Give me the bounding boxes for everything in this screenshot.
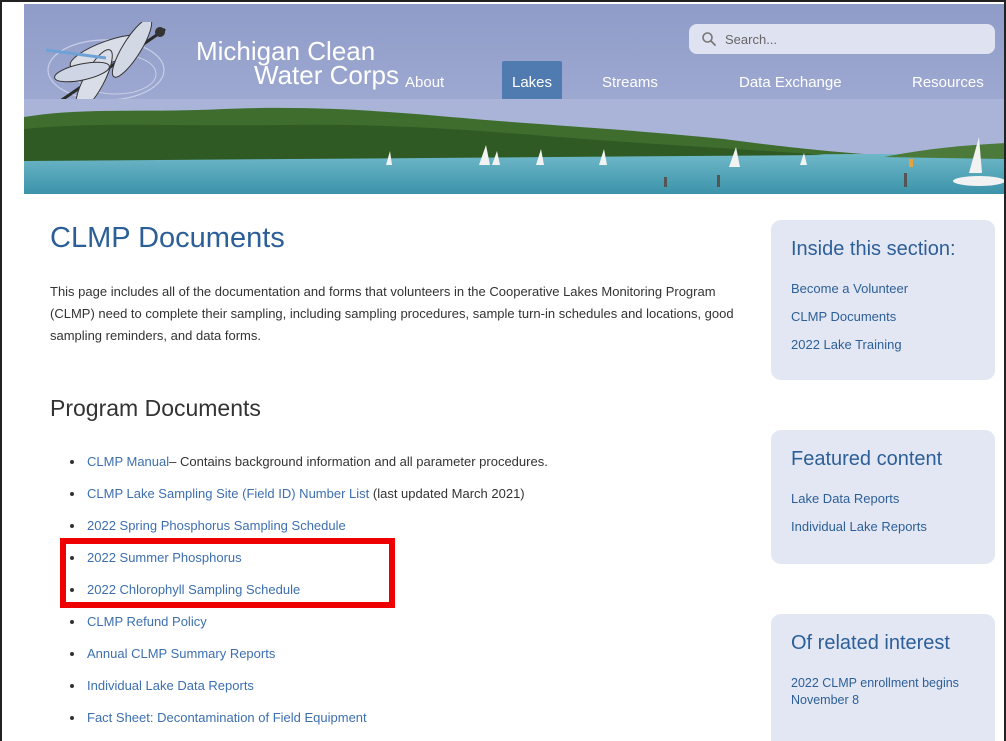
list-item: CLMP Refund Policy	[50, 612, 740, 644]
search-box[interactable]	[689, 24, 995, 54]
lake-banner-image	[24, 99, 1004, 194]
program-documents-list: CLMP Manual– Contains background informa…	[50, 452, 740, 740]
doc-note: – Contains background information and al…	[169, 454, 548, 469]
sidebar-link-lake-data-reports[interactable]: Lake Data Reports	[791, 485, 975, 513]
main-content: CLMP Documents This page includes all of…	[50, 222, 740, 740]
list-item: 2022 Spring Phosphorus Sampling Schedule	[50, 516, 740, 548]
list-item: Fact Sheet: Decontamination of Field Equ…	[50, 708, 740, 740]
list-item: CLMP Lake Sampling Site (Field ID) Numbe…	[50, 484, 740, 516]
list-item: CLMP Manual– Contains background informa…	[50, 452, 740, 484]
page-frame: Michigan Clean Water Corps About Lakes S…	[0, 0, 1006, 741]
sidebar-link-lake-training[interactable]: 2022 Lake Training	[791, 331, 975, 359]
sidebar-link-clmp-documents[interactable]: CLMP Documents	[791, 303, 975, 331]
sidebar-heading-inside: Inside this section:	[791, 238, 956, 260]
doc-link-chlorophyll-schedule[interactable]: 2022 Chlorophyll Sampling Schedule	[87, 582, 300, 597]
site-header: Michigan Clean Water Corps About Lakes S…	[24, 4, 1004, 194]
list-item: Annual CLMP Summary Reports	[50, 644, 740, 676]
section-title-program-documents: Program Documents	[50, 395, 261, 421]
list-item: Individual Lake Data Reports	[50, 676, 740, 708]
doc-link-site-number-list[interactable]: CLMP Lake Sampling Site (Field ID) Numbe…	[87, 486, 369, 501]
list-item: 2022 Summer Phosphorus	[50, 548, 740, 580]
sidebar-inside-section: Inside this section: Become a Volunteer …	[771, 220, 995, 380]
sidebar-related-interest: Of related interest 2022 CLMP enrollment…	[771, 614, 995, 741]
doc-link-summer-phosphorus[interactable]: 2022 Summer Phosphorus	[87, 550, 242, 565]
search-input[interactable]	[725, 31, 985, 47]
sidebar-heading-related: Of related interest	[791, 632, 950, 654]
search-icon	[702, 32, 716, 46]
doc-link-lake-data-reports[interactable]: Individual Lake Data Reports	[87, 678, 254, 693]
sidebar-featured-content: Featured content Lake Data Reports Indiv…	[771, 430, 995, 564]
doc-link-refund-policy[interactable]: CLMP Refund Policy	[87, 614, 207, 629]
doc-link-clmp-manual[interactable]: CLMP Manual	[87, 454, 169, 469]
sidebar-news-item[interactable]: 2022 CLMP enrollment begins November 8	[791, 675, 975, 709]
sidebar-link-individual-lake-reports[interactable]: Individual Lake Reports	[791, 513, 975, 541]
doc-note: (last updated March 2021)	[369, 486, 525, 501]
sidebar-link-become-volunteer[interactable]: Become a Volunteer	[791, 275, 975, 303]
intro-paragraph: This page includes all of the documentat…	[50, 284, 734, 343]
list-item: 2022 Chlorophyll Sampling Schedule	[50, 580, 740, 612]
page-title: CLMP Documents	[50, 222, 285, 254]
doc-link-annual-summary[interactable]: Annual CLMP Summary Reports	[87, 646, 275, 661]
sidebar-heading-featured: Featured content	[791, 448, 943, 470]
doc-link-spring-phosphorus[interactable]: 2022 Spring Phosphorus Sampling Schedule	[87, 518, 346, 533]
doc-link-decontamination[interactable]: Fact Sheet: Decontamination of Field Equ…	[87, 710, 367, 725]
